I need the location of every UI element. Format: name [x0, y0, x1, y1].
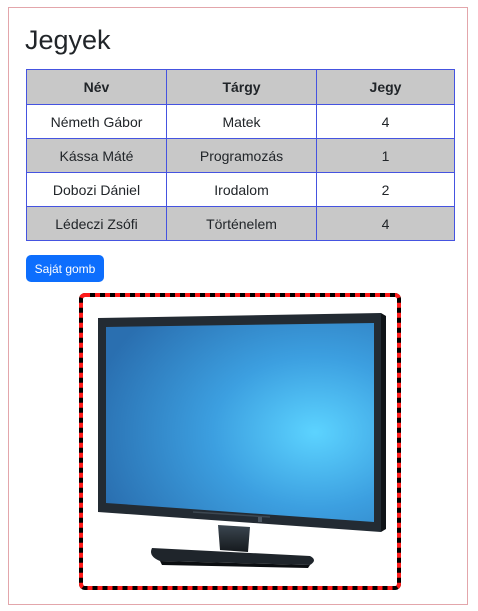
monitor-stand [218, 525, 250, 552]
monitor-screen [106, 323, 374, 522]
monitor-image [79, 293, 401, 590]
